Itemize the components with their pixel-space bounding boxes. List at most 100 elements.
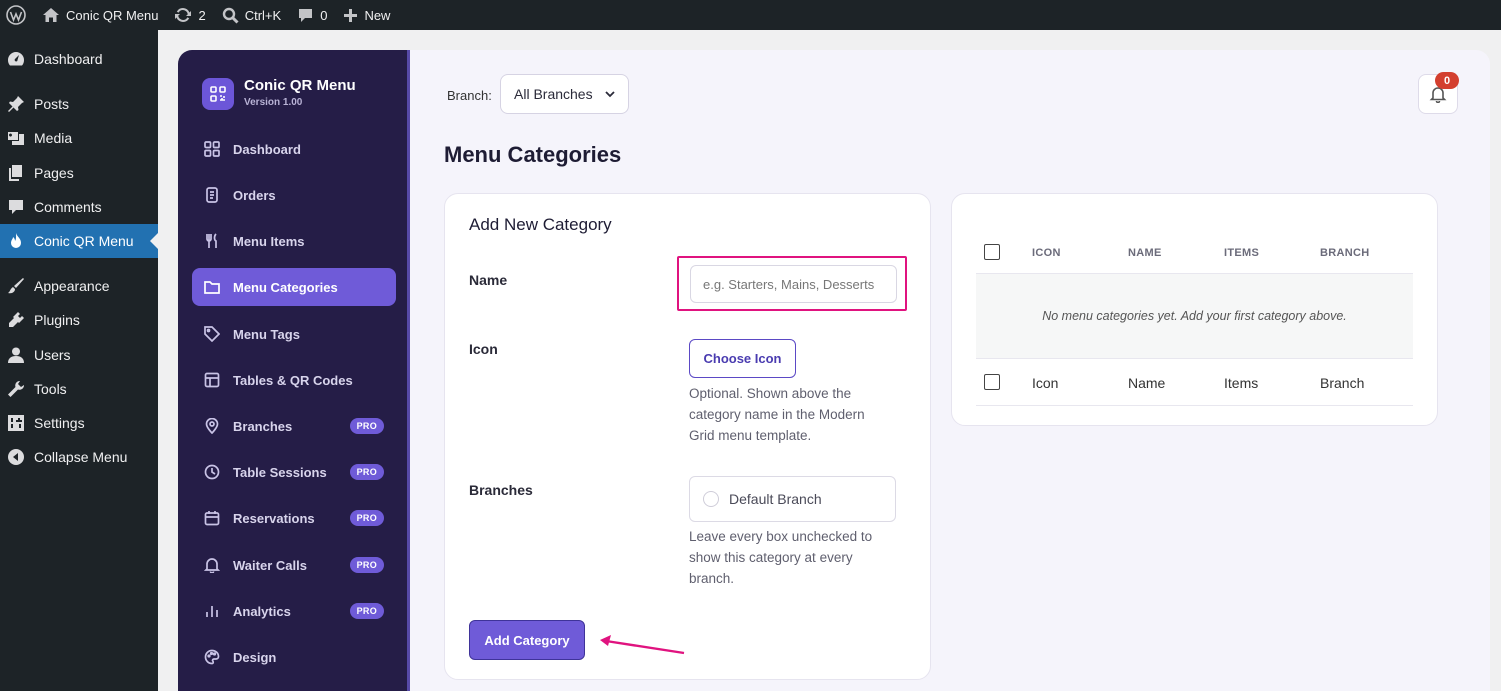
nav-design[interactable]: Design bbox=[192, 638, 396, 676]
notifications-badge: 0 bbox=[1435, 72, 1459, 89]
wp-menu-plugins[interactable]: Plugins bbox=[0, 303, 158, 337]
select-all-checkbox[interactable] bbox=[984, 244, 1000, 260]
wordpress-logo[interactable] bbox=[0, 0, 34, 30]
plugin-version: Version 1.00 bbox=[244, 97, 303, 108]
plus-icon bbox=[343, 8, 358, 23]
nav-analytics[interactable]: Analytics PRO bbox=[192, 592, 396, 630]
nav-reservations[interactable]: Reservations PRO bbox=[192, 499, 396, 537]
wp-menu-conic-qr-menu[interactable]: Conic QR Menu bbox=[0, 224, 158, 258]
receipt-icon bbox=[204, 187, 220, 203]
media-icon bbox=[7, 129, 25, 147]
search-link[interactable]: Ctrl+K bbox=[214, 0, 289, 30]
palette-icon bbox=[204, 649, 220, 665]
select-all-footer-checkbox[interactable] bbox=[984, 374, 1000, 390]
page-title: Menu Categories bbox=[444, 142, 622, 167]
column-header-branch[interactable]: BRANCH bbox=[1320, 247, 1369, 259]
category-name-input[interactable] bbox=[690, 265, 897, 303]
new-content-link[interactable]: New bbox=[335, 0, 398, 30]
clock-icon bbox=[204, 464, 220, 480]
nav-dashboard[interactable]: Dashboard bbox=[192, 130, 396, 168]
column-header-name[interactable]: NAME bbox=[1128, 247, 1162, 259]
card-title: Add New Category bbox=[469, 215, 612, 234]
branch-select-value: All Branches bbox=[514, 86, 593, 102]
settings-icon bbox=[7, 414, 25, 432]
choose-icon-button[interactable]: Choose Icon bbox=[689, 339, 796, 378]
pages-icon bbox=[7, 164, 25, 182]
nav-label: Dashboard bbox=[233, 141, 301, 157]
flame-icon bbox=[7, 232, 25, 250]
add-category-button[interactable]: Add Category bbox=[469, 620, 585, 660]
categories-table-card: ICON NAME ITEMS BRANCH No menu categorie… bbox=[951, 193, 1438, 426]
site-name-link[interactable]: Conic QR Menu bbox=[34, 0, 166, 30]
nav-label: Table Sessions bbox=[233, 464, 327, 480]
utensils-icon bbox=[204, 233, 220, 249]
comments-icon bbox=[7, 198, 25, 216]
wp-menu-dashboard[interactable]: Dashboard bbox=[0, 42, 158, 76]
table-header-row: ICON NAME ITEMS BRANCH bbox=[976, 232, 1413, 274]
pro-badge: PRO bbox=[349, 510, 384, 526]
updates-icon bbox=[174, 6, 192, 24]
wp-menu-label: Appearance bbox=[34, 278, 110, 294]
branch-option-label: Default Branch bbox=[729, 491, 822, 507]
wp-menu-label: Tools bbox=[34, 381, 67, 397]
wp-menu-collapse[interactable]: Collapse Menu bbox=[0, 440, 158, 474]
column-footer-branch: Branch bbox=[1320, 375, 1365, 391]
wp-menu-label: Comments bbox=[34, 199, 102, 215]
pin-icon bbox=[7, 95, 25, 113]
wp-menu-label: Conic QR Menu bbox=[34, 233, 134, 249]
nav-table-sessions[interactable]: Table Sessions PRO bbox=[192, 453, 396, 491]
wp-admin-menu: Dashboard Posts Media Pages Comments Con… bbox=[0, 30, 158, 691]
wp-menu-pages[interactable]: Pages bbox=[0, 156, 158, 190]
name-label: Name bbox=[469, 272, 508, 288]
folder-icon bbox=[204, 279, 220, 295]
wp-menu-label: Pages bbox=[34, 165, 74, 181]
nav-label: Branches bbox=[233, 418, 293, 434]
branch-option[interactable]: Default Branch bbox=[689, 476, 896, 522]
wp-menu-media[interactable]: Media bbox=[0, 121, 158, 155]
nav-label: Tables & QR Codes bbox=[233, 372, 353, 388]
wp-menu-label: Dashboard bbox=[34, 51, 103, 67]
search-shortcut: Ctrl+K bbox=[244, 7, 282, 23]
wp-menu-settings[interactable]: Settings bbox=[0, 406, 158, 440]
nav-label: Design bbox=[233, 649, 277, 665]
nav-menu-categories[interactable]: Menu Categories bbox=[192, 268, 396, 306]
column-footer-items: Items bbox=[1224, 375, 1259, 391]
branch-select[interactable]: All Branches bbox=[500, 74, 629, 114]
comment-icon bbox=[297, 7, 314, 24]
branch-radio[interactable] bbox=[703, 491, 719, 507]
nav-menu-items[interactable]: Menu Items bbox=[192, 222, 396, 260]
comments-link[interactable]: 0 bbox=[289, 0, 335, 30]
nav-waiter-calls[interactable]: Waiter Calls PRO bbox=[192, 546, 396, 584]
wp-menu-appearance[interactable]: Appearance bbox=[0, 269, 158, 303]
wp-menu-label: Users bbox=[34, 347, 71, 363]
column-header-items[interactable]: ITEMS bbox=[1224, 247, 1259, 259]
branches-help-text: Leave every box unchecked to show this c… bbox=[689, 529, 873, 586]
collapse-icon bbox=[7, 448, 25, 466]
pro-badge: PRO bbox=[349, 464, 384, 480]
nav-label: Menu Categories bbox=[233, 279, 338, 295]
admin-bar: Conic QR Menu 2 Ctrl+K 0 New bbox=[0, 0, 1501, 30]
wp-menu-label: Collapse Menu bbox=[34, 449, 128, 465]
wp-menu-label: Settings bbox=[34, 415, 85, 431]
qr-logo-icon bbox=[202, 78, 234, 110]
nav-label: Waiter Calls bbox=[233, 557, 307, 573]
bell-icon bbox=[204, 557, 220, 573]
nav-tables-qr-codes[interactable]: Tables & QR Codes bbox=[192, 361, 396, 399]
pro-badge: PRO bbox=[349, 557, 384, 573]
wp-menu-posts[interactable]: Posts bbox=[0, 87, 158, 121]
icon-label: Icon bbox=[469, 341, 498, 357]
nav-orders[interactable]: Orders bbox=[192, 176, 396, 214]
column-header-icon[interactable]: ICON bbox=[1032, 247, 1061, 259]
wp-menu-users[interactable]: Users bbox=[0, 338, 158, 372]
nav-label: Menu Tags bbox=[233, 326, 300, 342]
updates-link[interactable]: 2 bbox=[166, 0, 213, 30]
table-icon bbox=[204, 372, 220, 388]
nav-menu-tags[interactable]: Menu Tags bbox=[192, 315, 396, 353]
wp-menu-comments[interactable]: Comments bbox=[0, 190, 158, 224]
wp-menu-tools[interactable]: Tools bbox=[0, 372, 158, 406]
nav-branches[interactable]: Branches PRO bbox=[192, 407, 396, 445]
nav-label: Menu Items bbox=[233, 233, 305, 249]
new-label: New bbox=[364, 7, 391, 23]
brush-icon bbox=[7, 277, 25, 295]
plugin-sidebar: Conic QR Menu Version 1.00 Dashboard Ord… bbox=[178, 50, 410, 691]
